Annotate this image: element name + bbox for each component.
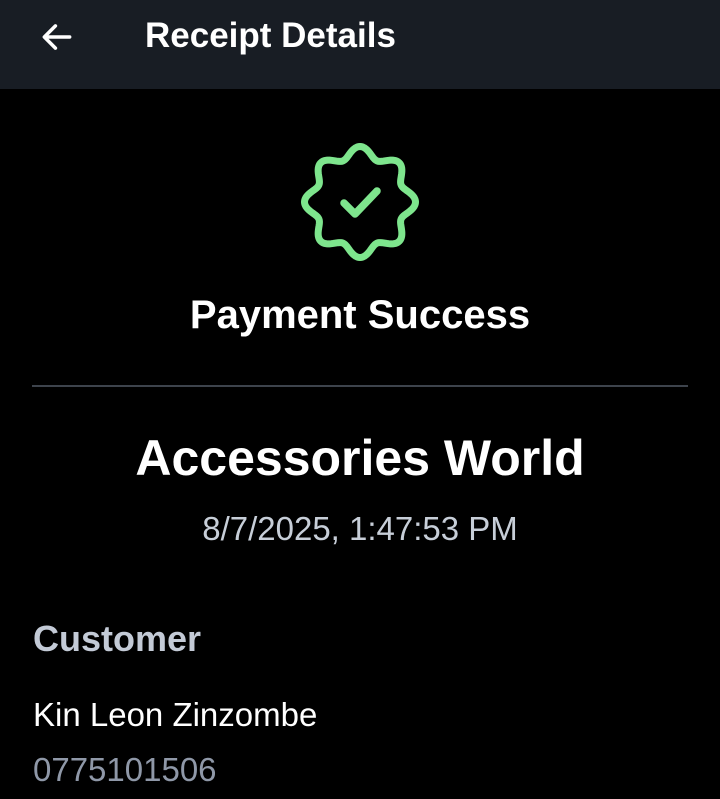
divider	[32, 385, 688, 387]
payment-status-text: Payment Success	[189, 293, 531, 337]
arrow-left-icon	[42, 24, 72, 50]
customer-section-label: Customer	[33, 618, 202, 659]
receipt-content: Payment Success Accessories World 8/7/20…	[0, 89, 720, 799]
back-button[interactable]	[30, 10, 84, 64]
page-title: Receipt Details	[145, 16, 396, 55]
transaction-timestamp: 8/7/2025, 1:47:53 PM	[202, 510, 518, 547]
customer-phone[interactable]: 0775101506	[33, 750, 217, 790]
customer-name: Kin Leon Zinzombe	[33, 696, 318, 733]
merchant-name: Accessories World	[135, 430, 585, 486]
app-bar: Receipt Details	[0, 0, 720, 89]
verified-badge-icon	[301, 143, 419, 261]
